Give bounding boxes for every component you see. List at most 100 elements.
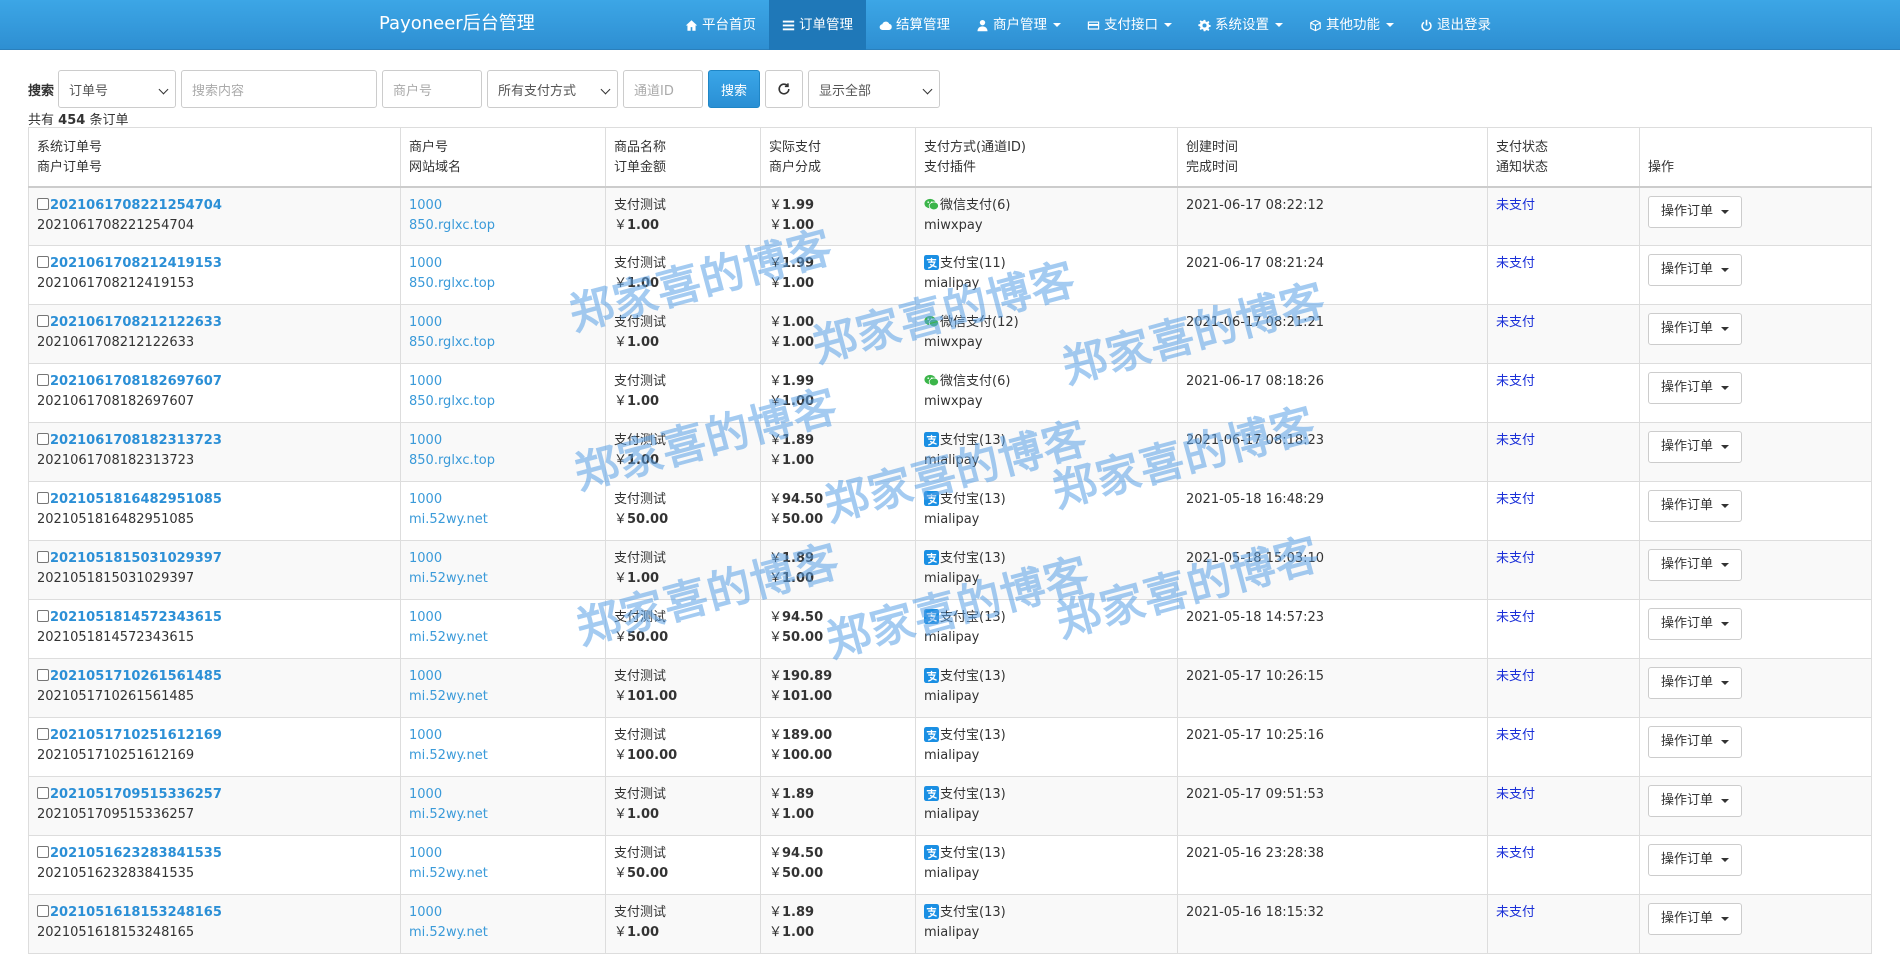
merchant-id-link[interactable]: 1000 xyxy=(409,549,597,569)
row-checkbox[interactable] xyxy=(37,787,49,799)
order-actions-button[interactable]: 操作订单 xyxy=(1648,313,1743,345)
display-filter-select[interactable]: 显示全部 xyxy=(808,70,941,108)
site-domain-link[interactable]: mi.52wy.net xyxy=(409,569,597,589)
nav-item-home[interactable]: 平台首页 xyxy=(672,0,769,50)
cell-pay-method: 微信支付(6) miwxpay xyxy=(915,363,1178,423)
site-domain-link[interactable]: mi.52wy.net xyxy=(409,687,597,707)
row-checkbox[interactable] xyxy=(37,433,49,445)
system-order-link[interactable]: 2021051815031029397 xyxy=(50,551,222,566)
pay-status[interactable]: 未支付 xyxy=(1496,196,1631,216)
site-domain-link[interactable]: mi.52wy.net xyxy=(409,628,597,648)
site-domain-link[interactable]: 850.rglxc.top xyxy=(409,333,597,353)
row-checkbox[interactable] xyxy=(37,728,49,740)
pay-status[interactable]: 未支付 xyxy=(1496,549,1631,569)
pay-status[interactable]: 未支付 xyxy=(1496,726,1631,746)
pay-status[interactable]: 未支付 xyxy=(1496,903,1631,923)
site-domain-link[interactable]: 850.rglxc.top xyxy=(409,216,597,236)
merchant-id-link[interactable]: 1000 xyxy=(409,726,597,746)
site-domain-link[interactable]: mi.52wy.net xyxy=(409,510,597,530)
caret-down-icon xyxy=(1053,23,1061,27)
site-domain-link[interactable]: 850.rglxc.top xyxy=(409,392,597,412)
site-domain-link[interactable]: mi.52wy.net xyxy=(409,805,597,825)
order-actions-button[interactable]: 操作订单 xyxy=(1648,903,1743,935)
nav-item-merchants[interactable]: 商户管理 xyxy=(963,0,1074,50)
order-actions-button[interactable]: 操作订单 xyxy=(1648,195,1743,228)
site-domain-link[interactable]: mi.52wy.net xyxy=(409,746,597,766)
site-domain-link[interactable]: 850.rglxc.top xyxy=(409,451,597,471)
pay-status[interactable]: 未支付 xyxy=(1496,313,1631,333)
row-checkbox[interactable] xyxy=(37,492,49,504)
merchant-id-link[interactable]: 1000 xyxy=(409,903,597,923)
order-actions-button[interactable]: 操作订单 xyxy=(1648,667,1743,699)
nav-item-system-settings[interactable]: 系统设置 xyxy=(1185,0,1296,50)
merchant-id-link[interactable]: 1000 xyxy=(409,196,597,216)
system-order-link[interactable]: 2021051618153248165 xyxy=(50,905,222,920)
site-domain-link[interactable]: mi.52wy.net xyxy=(409,923,597,943)
order-actions-button[interactable]: 操作订单 xyxy=(1648,785,1743,817)
order-actions-button[interactable]: 操作订单 xyxy=(1648,608,1743,640)
merchant-id-link[interactable]: 1000 xyxy=(409,372,597,392)
order-actions-button[interactable]: 操作订单 xyxy=(1648,844,1743,876)
nav-item-label: 其他功能 xyxy=(1326,17,1380,33)
row-checkbox[interactable] xyxy=(37,551,49,563)
nav-item-logout[interactable]: 退出登录 xyxy=(1407,0,1504,50)
system-order-link[interactable]: 2021051623283841535 xyxy=(50,846,222,861)
merchant-id-link[interactable]: 1000 xyxy=(409,431,597,451)
row-checkbox[interactable] xyxy=(37,315,49,327)
merchant-id-link[interactable]: 1000 xyxy=(409,785,597,805)
pay-status[interactable]: 未支付 xyxy=(1496,372,1631,392)
site-domain-link[interactable]: 850.rglxc.top xyxy=(409,274,597,294)
site-domain-link[interactable]: mi.52wy.net xyxy=(409,864,597,884)
merchant-id-input[interactable]: 商户号 xyxy=(382,70,483,108)
nav-item-orders[interactable]: 订单管理 xyxy=(769,0,866,50)
merchant-order-no: 2021051618153248165 xyxy=(37,925,195,940)
row-checkbox[interactable] xyxy=(37,610,49,622)
pay-status[interactable]: 未支付 xyxy=(1496,785,1631,805)
system-order-link[interactable]: 2021051710261561485 xyxy=(50,669,222,684)
system-order-link[interactable]: 2021051816482951085 xyxy=(50,492,222,507)
search-content-input[interactable]: 搜索内容 xyxy=(181,70,378,108)
system-order-link[interactable]: 2021051710251612169 xyxy=(50,728,222,743)
merchant-id-link[interactable]: 1000 xyxy=(409,313,597,333)
pay-status[interactable]: 未支付 xyxy=(1496,667,1631,687)
system-order-link[interactable]: 2021061708212122633 xyxy=(50,315,222,330)
order-actions-button[interactable]: 操作订单 xyxy=(1648,726,1743,758)
pay-method-select[interactable]: 所有支付方式 xyxy=(487,70,619,108)
pay-status[interactable]: 未支付 xyxy=(1496,844,1631,864)
row-checkbox[interactable] xyxy=(37,905,49,917)
system-order-link[interactable]: 2021061708182313723 xyxy=(50,433,222,448)
row-checkbox[interactable] xyxy=(37,669,49,681)
search-field-select[interactable]: 订单号 xyxy=(58,70,177,108)
merchant-id-link[interactable]: 1000 xyxy=(409,844,597,864)
cell-actions: 操作订单 xyxy=(1639,717,1872,777)
system-order-link[interactable]: 2021061708182697607 xyxy=(50,374,222,389)
merchant-id-link[interactable]: 1000 xyxy=(409,490,597,510)
row-checkbox[interactable] xyxy=(37,197,49,210)
merchant-id-link[interactable]: 1000 xyxy=(409,254,597,274)
channel-id-input[interactable]: 通道ID xyxy=(623,70,704,108)
row-checkbox[interactable] xyxy=(37,846,49,858)
nav-item-other-features[interactable]: 其他功能 xyxy=(1296,0,1407,50)
pay-status[interactable]: 未支付 xyxy=(1496,431,1631,451)
order-actions-button[interactable]: 操作订单 xyxy=(1648,549,1743,581)
nav-item-settlement[interactable]: 结算管理 xyxy=(866,0,963,50)
brand-title[interactable]: Payoneer后台管理 xyxy=(379,0,535,50)
system-order-link[interactable]: 2021061708212419153 xyxy=(50,256,222,271)
merchant-id-link[interactable]: 1000 xyxy=(409,667,597,687)
pay-status[interactable]: 未支付 xyxy=(1496,254,1631,274)
system-order-link[interactable]: 2021051709515336257 xyxy=(50,787,222,802)
merchant-id-link[interactable]: 1000 xyxy=(409,608,597,628)
search-button[interactable]: 搜索 xyxy=(708,70,761,108)
refresh-button[interactable] xyxy=(765,70,804,108)
system-order-link[interactable]: 2021051814572343615 xyxy=(50,610,222,625)
order-actions-button[interactable]: 操作订单 xyxy=(1648,490,1743,522)
order-actions-button[interactable]: 操作订单 xyxy=(1648,431,1743,463)
order-actions-button[interactable]: 操作订单 xyxy=(1648,254,1743,286)
order-actions-button[interactable]: 操作订单 xyxy=(1648,372,1743,404)
pay-status[interactable]: 未支付 xyxy=(1496,608,1631,628)
row-checkbox[interactable] xyxy=(37,256,49,268)
nav-item-payment-api[interactable]: 支付接口 xyxy=(1074,0,1185,50)
system-order-link[interactable]: 2021061708221254704 xyxy=(50,198,222,213)
row-checkbox[interactable] xyxy=(37,374,49,386)
pay-status[interactable]: 未支付 xyxy=(1496,490,1631,510)
